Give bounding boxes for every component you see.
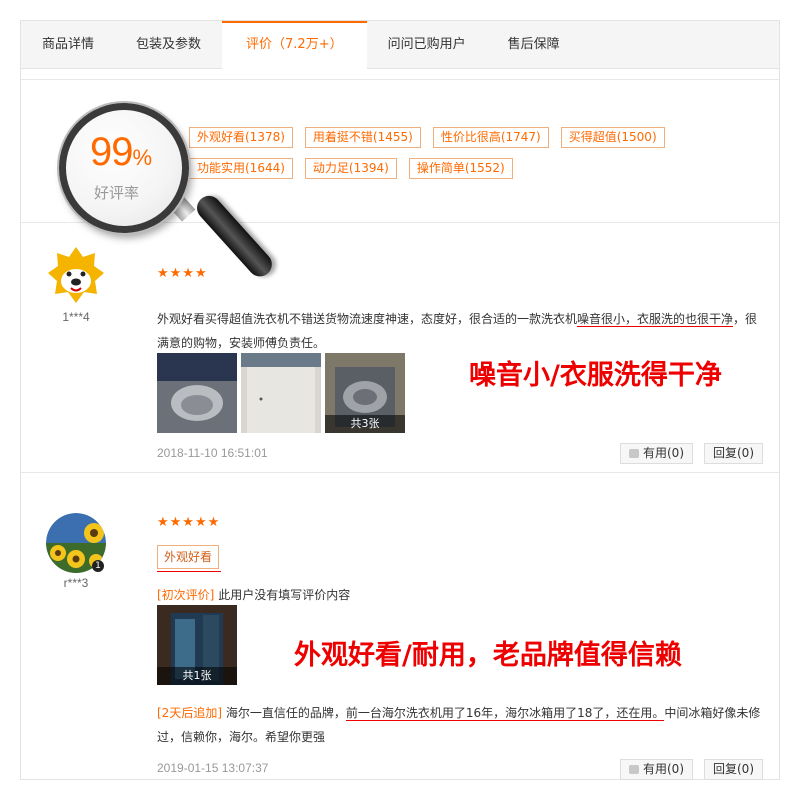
tab-reviews[interactable]: 评价（7.2万+）	[222, 21, 367, 70]
tag-underline	[157, 571, 221, 572]
review-image[interactable]	[157, 353, 237, 433]
avatar	[46, 245, 106, 305]
star-rating: ★★★★	[157, 266, 208, 281]
review-tag[interactable]: 用着挺不错(1455)	[304, 127, 421, 148]
review-item: 1 r***3 ★★★★★ 外观好看 [初次评价] 此用户没有填写评价内容 共1…	[21, 473, 779, 781]
first-review: [初次评价] 此用户没有填写评价内容	[157, 588, 351, 602]
highlight-caption: 噪音小/衣服洗得干净	[469, 360, 722, 391]
reply-button[interactable]: 回复(0)	[704, 443, 763, 464]
tab-after-sales[interactable]: 售后保障	[487, 21, 581, 69]
helpful-button[interactable]: 有用(0)	[620, 443, 693, 464]
review-image[interactable]: 共3张	[325, 353, 405, 433]
review-tag[interactable]: 性价比很高(1747)	[432, 127, 549, 148]
review-image[interactable]	[241, 353, 321, 433]
review-date: 2018-11-10 16:51:01	[157, 446, 268, 460]
review-tag[interactable]: 动力足(1394)	[304, 158, 397, 179]
tab-bar: 商品详情 包装及参数 评价（7.2万+） 问问已购用户 售后保障	[21, 21, 779, 70]
review-panel: 商品详情 包装及参数 评价（7.2万+） 问问已购用户 售后保障 外观好看(13…	[20, 20, 780, 780]
username: r***3	[63, 576, 89, 590]
image-count: 共3张	[325, 415, 405, 433]
first-review-label: [初次评价]	[157, 588, 215, 602]
review-date: 2019-01-15 13:07:37	[157, 761, 269, 775]
image-count: 共1张	[157, 667, 237, 685]
reply-button[interactable]: 回复(0)	[704, 759, 763, 780]
review-tag[interactable]: 操作简单(1552)	[408, 158, 513, 179]
level-badge: 1	[92, 560, 104, 572]
review-tag[interactable]: 外观好看(1378)	[189, 127, 293, 148]
magnifier-lens: 99% 好评率	[59, 103, 189, 233]
follow-up-review: [2天后追加] 海尔一直信任的品牌，前一台海尔洗衣机用了16年，海尔冰箱用了18…	[157, 706, 761, 744]
review-image[interactable]: 共1张	[157, 605, 237, 685]
review-tag: 外观好看	[157, 545, 220, 569]
highlight-caption: 外观好看/耐用，老品牌值得信赖	[294, 640, 682, 671]
thumbs-up-icon	[629, 765, 639, 774]
review-text: 外观好看买得超值洗衣机不错送货物流速度神速，态度好，很合适的一款洗衣机噪音很小，…	[157, 312, 758, 350]
review-tag[interactable]: 买得超值(1500)	[560, 127, 665, 148]
thumbs-up-icon	[629, 449, 639, 458]
username: 1***4	[62, 310, 90, 324]
helpful-button[interactable]: 有用(0)	[620, 759, 693, 780]
review-item: 1***4 ★★★★ 外观好看买得超值洗衣机不错送货物流速度神速，态度好，很合适…	[21, 223, 779, 473]
tab-product-details[interactable]: 商品详情	[21, 21, 115, 69]
positive-rate-value: 99%	[90, 130, 152, 174]
positive-rate-label: 好评率	[94, 184, 140, 202]
review-tag-list: 外观好看(1378) 用着挺不错(1455) 性价比很高(1747) 买得超值(…	[189, 127, 709, 179]
tab-ask-buyers[interactable]: 问问已购用户	[367, 21, 487, 69]
star-rating: ★★★★★	[157, 515, 221, 530]
review-tag[interactable]: 功能实用(1644)	[189, 158, 293, 179]
follow-up-label: [2天后追加]	[157, 706, 222, 720]
tab-package-params[interactable]: 包装及参数	[115, 21, 222, 69]
